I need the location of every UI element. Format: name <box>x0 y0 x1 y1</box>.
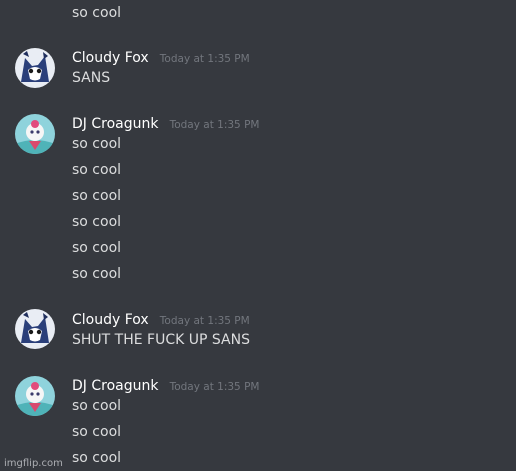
timestamp: Today at 1:35 PM <box>169 381 260 393</box>
message-line: SHUT THE FUCK UP SANS <box>72 332 250 348</box>
message-line: so cool <box>72 188 122 204</box>
message-line: so cool <box>72 136 122 152</box>
username[interactable]: Cloudy Fox <box>72 50 149 66</box>
message-header: DJ Croagunk Today at 1:35 PM <box>72 375 259 394</box>
scrollbar-gutter[interactable] <box>516 0 530 471</box>
message-line: so cool <box>72 214 122 230</box>
message-header: DJ Croagunk Today at 1:35 PM <box>72 113 259 132</box>
timestamp: Today at 1:35 PM <box>159 315 250 327</box>
username[interactable]: DJ Croagunk <box>72 378 158 394</box>
message-header: Cloudy Fox Today at 1:35 PM <box>72 309 250 328</box>
message-line: so cool <box>72 266 122 282</box>
chat-log: so cool Cloudy Fox Today at 1:35 PM SANS <box>0 0 516 471</box>
croagunk-avatar[interactable] <box>15 114 55 154</box>
message-line: so cool <box>72 240 122 256</box>
message-line: so cool <box>72 450 122 466</box>
message-line: so cool <box>72 398 122 414</box>
message-line: so cool <box>72 162 122 178</box>
message-line: SANS <box>72 70 111 86</box>
message-line: so cool <box>72 5 122 21</box>
fox-avatar[interactable] <box>15 48 55 88</box>
message-header: Cloudy Fox Today at 1:35 PM <box>72 47 250 66</box>
timestamp: Today at 1:35 PM <box>159 53 250 65</box>
timestamp: Today at 1:35 PM <box>169 119 260 131</box>
username[interactable]: DJ Croagunk <box>72 116 158 132</box>
watermark: imgflip.com <box>4 458 63 469</box>
croagunk-avatar[interactable] <box>15 376 55 416</box>
message-line: so cool <box>72 424 122 440</box>
fox-avatar[interactable] <box>15 309 55 349</box>
username[interactable]: Cloudy Fox <box>72 312 149 328</box>
